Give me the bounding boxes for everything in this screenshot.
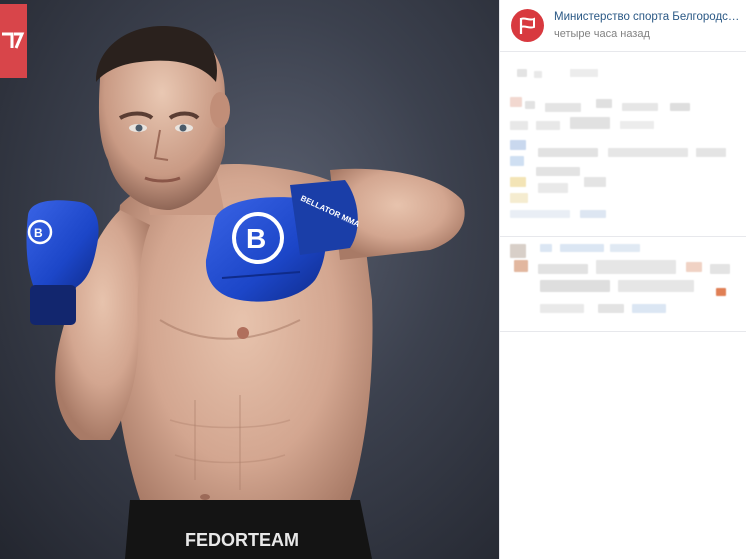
blurred-text xyxy=(622,103,658,111)
blurred-text xyxy=(510,121,528,130)
blurred-text xyxy=(538,264,588,274)
blurred-text xyxy=(545,103,581,112)
brand-corner-badge xyxy=(0,4,27,78)
blurred-text xyxy=(510,177,526,187)
comments-blurred xyxy=(500,238,746,318)
blurred-text xyxy=(517,69,527,77)
blurred-text xyxy=(510,140,526,150)
blurred-text xyxy=(570,69,598,77)
blurred-text xyxy=(686,262,702,272)
blurred-text xyxy=(540,244,552,252)
blurred-text xyxy=(510,193,528,203)
svg-text:B: B xyxy=(34,226,43,240)
blurred-text xyxy=(510,244,526,258)
post-time[interactable]: четыре часа назад xyxy=(554,28,650,40)
fighter-image: B BELLATOR MMA B FEDORTEAM xyxy=(26,25,465,559)
flag-logo-icon xyxy=(519,17,535,34)
blurred-text xyxy=(580,210,606,218)
blurred-text xyxy=(598,304,624,313)
blurred-text xyxy=(540,304,584,313)
blurred-text xyxy=(525,101,535,109)
blurred-text xyxy=(618,280,694,292)
blurred-text xyxy=(608,148,688,157)
blurred-text xyxy=(536,121,560,130)
svg-text:B: B xyxy=(246,223,266,254)
blurred-text xyxy=(596,260,676,274)
post-header: Министерство спорта Белгородской области… xyxy=(500,0,746,52)
divider xyxy=(500,236,746,237)
blurred-text xyxy=(510,156,524,166)
avatar[interactable] xyxy=(511,9,544,42)
blurred-text xyxy=(538,183,568,193)
blurred-text xyxy=(584,177,606,187)
divider xyxy=(500,331,746,332)
post-author-link[interactable]: Министерство спорта Белгородской области xyxy=(554,11,744,23)
blurred-text xyxy=(620,121,654,129)
blurred-text xyxy=(534,71,542,78)
blurred-text xyxy=(696,148,726,157)
blurred-text xyxy=(538,148,598,157)
blurred-text xyxy=(570,117,610,129)
blurred-text xyxy=(536,167,580,176)
shorts-text: FEDORTEAM xyxy=(185,530,299,550)
blurred-text xyxy=(632,304,666,313)
blurred-text xyxy=(610,244,640,252)
post-viewer: B BELLATOR MMA B FEDORTEAM Министерство … xyxy=(0,0,746,559)
blurred-text xyxy=(514,260,528,272)
blurred-text xyxy=(670,103,690,111)
blurred-text xyxy=(560,244,604,252)
blurred-text xyxy=(540,280,610,292)
post-photo[interactable]: B BELLATOR MMA B FEDORTEAM xyxy=(0,0,499,559)
post-side-panel: Министерство спорта Белгородской области… xyxy=(499,0,746,559)
blurred-text xyxy=(510,97,522,107)
brand-logo-icon xyxy=(2,32,25,49)
blurred-text xyxy=(716,288,726,296)
blurred-text xyxy=(710,264,730,274)
blurred-text xyxy=(510,210,570,218)
blurred-text xyxy=(596,99,612,108)
